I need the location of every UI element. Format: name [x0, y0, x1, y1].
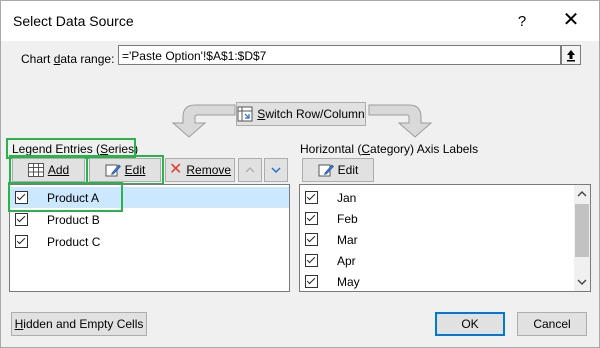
move-down-button[interactable]: [264, 158, 288, 182]
collapse-range-icon: [567, 50, 575, 62]
chevron-down-icon: [271, 167, 281, 173]
add-button-highlight: [9, 155, 88, 185]
axis-labels-list[interactable]: Jan Feb Mar Apr May: [299, 184, 591, 292]
chevron-up-icon: [245, 167, 255, 173]
list-item[interactable]: Product B: [10, 209, 289, 230]
remove-x-icon: ✕: [168, 161, 183, 178]
close-button[interactable]: ✕: [556, 7, 586, 31]
series-label: Product B: [47, 212, 100, 227]
scroll-down-icon[interactable]: [577, 278, 587, 286]
select-data-source-dialog: Select Data Source ? ✕ Chart data range:…: [0, 0, 600, 348]
help-button[interactable]: ?: [507, 9, 537, 33]
scrollbar-thumb[interactable]: [575, 204, 589, 257]
switch-row-column-button[interactable]: Switch Row/Column: [236, 102, 366, 126]
category-label: Apr: [337, 253, 356, 268]
left-curved-arrow-icon: [171, 104, 236, 138]
scroll-up-icon[interactable]: [577, 190, 587, 198]
edit-axis-label: Edit: [337, 163, 359, 177]
category-label: Jan: [337, 190, 357, 205]
switch-row-column-label: Switch Row/Column: [257, 107, 365, 121]
product-a-highlight: [8, 182, 123, 212]
hidden-empty-cells-label: Hidden and Empty Cells: [14, 317, 144, 331]
checkbox[interactable]: [15, 235, 28, 248]
edit-button-highlight: [86, 155, 164, 185]
list-item[interactable]: Apr: [300, 250, 590, 271]
scrollbar[interactable]: [574, 185, 590, 291]
series-label: Product C: [47, 234, 101, 249]
list-item[interactable]: May: [300, 271, 590, 292]
chart-data-range-label: Chart data range:: [21, 52, 115, 66]
right-curved-arrow-icon: [368, 104, 433, 138]
remove-series-label: Remove: [186, 163, 232, 177]
move-up-button[interactable]: [238, 158, 262, 182]
category-label: Mar: [337, 232, 358, 247]
edit-pencil-icon: [318, 164, 334, 177]
list-item[interactable]: Jan: [300, 187, 590, 208]
category-label: Feb: [337, 211, 358, 226]
range-collapse-button[interactable]: [561, 45, 581, 65]
list-item[interactable]: Mar: [300, 229, 590, 250]
chart-data-range-input[interactable]: ='Paste Option'!$A$1:$D$7: [118, 45, 561, 65]
checkbox[interactable]: [305, 275, 318, 288]
edit-axis-button[interactable]: Edit: [302, 158, 374, 182]
list-item[interactable]: Product C: [10, 231, 289, 252]
checkbox[interactable]: [305, 233, 318, 246]
ok-button[interactable]: OK: [435, 312, 505, 336]
checkbox[interactable]: [305, 254, 318, 267]
ok-label: OK: [461, 317, 479, 331]
remove-series-button[interactable]: ✕ Remove: [165, 158, 235, 182]
checkbox[interactable]: [15, 213, 28, 226]
checkbox[interactable]: [305, 191, 318, 204]
hidden-empty-cells-button[interactable]: Hidden and Empty Cells: [11, 312, 147, 336]
cancel-label: Cancel: [533, 317, 571, 331]
checkbox[interactable]: [305, 212, 318, 225]
category-label: May: [337, 274, 360, 289]
list-item[interactable]: Feb: [300, 208, 590, 229]
dialog-title: Select Data Source: [13, 13, 134, 29]
switch-row-column-icon: [237, 106, 253, 122]
axis-labels-title: Horizontal (Category) Axis Labels: [300, 142, 479, 156]
cancel-button[interactable]: Cancel: [517, 312, 587, 336]
title-bar: Select Data Source ? ✕: [1, 1, 599, 41]
